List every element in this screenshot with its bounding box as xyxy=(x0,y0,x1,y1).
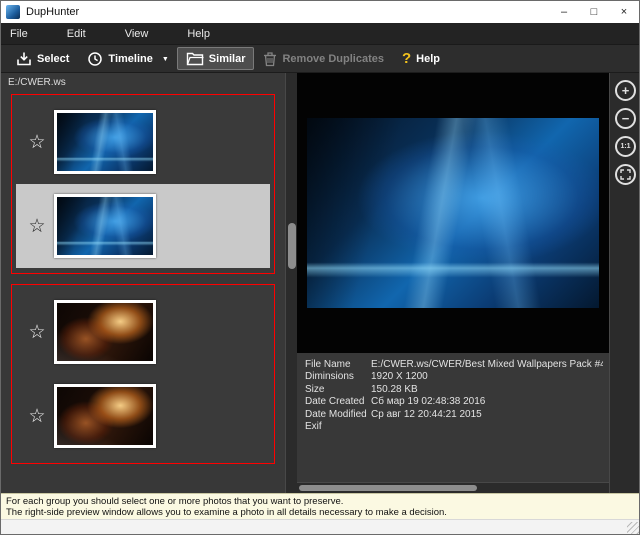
chevron-down-icon: ▼ xyxy=(162,56,169,63)
maximize-button[interactable]: □ xyxy=(579,1,609,23)
status-line-1: For each group you should select one or … xyxy=(6,496,636,507)
remove-duplicates-label: Remove Duplicates xyxy=(282,53,383,65)
menu-edit[interactable]: Edit xyxy=(58,28,95,40)
status-bar: For each group you should select one or … xyxy=(1,493,640,519)
info-label: Date Modified xyxy=(305,409,371,421)
resize-grip[interactable] xyxy=(627,522,639,534)
help-button[interactable]: ? Help xyxy=(393,48,449,70)
info-label: Exif xyxy=(305,421,371,433)
fit-to-window-icon xyxy=(620,169,631,180)
timeline-label: Timeline xyxy=(108,53,152,65)
close-button[interactable]: × xyxy=(609,1,639,23)
info-row-date-created: Date Created Сб мар 19 02:48:38 2016 xyxy=(305,396,603,408)
info-label: File Name xyxy=(305,359,371,371)
duplicate-group-1: ☆ ☆ xyxy=(11,94,275,274)
duplicate-groups-panel: E:/CWER.ws ☆ ☆ ☆ xyxy=(1,73,285,493)
content-area: E:/CWER.ws ☆ ☆ ☆ xyxy=(1,73,640,493)
menubar: File Edit View Help xyxy=(1,23,639,45)
thumbnail[interactable] xyxy=(54,300,156,364)
info-row-exif: Exif xyxy=(305,421,603,433)
select-label: Select xyxy=(37,53,69,65)
thumbnail-image xyxy=(57,303,153,361)
timeline-button[interactable]: Timeline xyxy=(78,47,161,71)
info-row-dimensions: Diminsions 1920 X 1200 xyxy=(305,371,603,383)
toolbar: Select Timeline ▼ Similar Remove Duplica… xyxy=(1,45,639,73)
fit-to-window-button[interactable] xyxy=(615,164,636,185)
horizontal-scrollbar[interactable] xyxy=(297,482,609,493)
scan-path-label: E:/CWER.ws xyxy=(8,77,283,88)
info-value: E:/CWER.ws/CWER/Best Mixed Wallpapers Pa… xyxy=(371,359,603,371)
thumbnail[interactable] xyxy=(54,110,156,174)
info-value: 150.28 KB xyxy=(371,384,603,396)
thumbnail-image xyxy=(57,387,153,445)
similar-label: Similar xyxy=(209,53,246,65)
clock-icon xyxy=(87,51,103,67)
similar-button[interactable]: Similar xyxy=(177,47,255,70)
duplicate-item-selected[interactable]: ☆ xyxy=(16,184,270,268)
info-label: Size xyxy=(305,384,371,396)
info-row-date-modified: Date Modified Ср авг 12 20:44:21 2015 xyxy=(305,409,603,421)
duplicate-group-2: ☆ ☆ xyxy=(11,284,275,464)
menu-help[interactable]: Help xyxy=(178,28,219,40)
star-icon[interactable]: ☆ xyxy=(20,323,54,342)
actual-size-icon: 1:1 xyxy=(620,143,630,150)
zoom-in-button[interactable]: + xyxy=(615,80,636,101)
zoom-toolbar: + − 1:1 xyxy=(609,73,640,493)
info-label: Diminsions xyxy=(305,371,371,383)
thumbnail[interactable] xyxy=(54,194,156,258)
trash-icon xyxy=(263,51,277,67)
actual-size-button[interactable]: 1:1 xyxy=(615,136,636,157)
zoom-out-button[interactable]: − xyxy=(615,108,636,129)
info-value xyxy=(371,421,603,433)
titlebar: DupHunter – □ × xyxy=(1,1,639,23)
menu-file[interactable]: File xyxy=(1,28,37,40)
zoom-in-icon: + xyxy=(622,84,630,97)
info-label: Date Created xyxy=(305,396,371,408)
info-value: Сб мар 19 02:48:38 2016 xyxy=(371,396,603,408)
bottom-bar xyxy=(1,519,640,535)
remove-duplicates-button[interactable]: Remove Duplicates xyxy=(254,47,392,71)
duplicate-item[interactable]: ☆ xyxy=(16,290,270,374)
file-info-panel: File Name E:/CWER.ws/CWER/Best Mixed Wal… xyxy=(297,353,609,482)
thumbnail-image xyxy=(57,197,153,255)
app-icon xyxy=(6,5,20,19)
vertical-scrollbar[interactable] xyxy=(285,73,297,493)
info-row-size: Size 150.28 KB xyxy=(305,384,603,396)
preview-image[interactable] xyxy=(307,118,599,308)
select-button[interactable]: Select xyxy=(7,47,78,71)
app-window: DupHunter – □ × File Edit View Help Sele… xyxy=(0,0,640,535)
status-line-2: The right-side preview window allows you… xyxy=(6,507,636,518)
timeline-dropdown-button[interactable]: ▼ xyxy=(162,52,173,65)
info-value: Ср авг 12 20:44:21 2015 xyxy=(371,409,603,421)
zoom-out-icon: − xyxy=(622,112,630,125)
folder-icon xyxy=(186,51,204,66)
help-label: Help xyxy=(416,53,440,65)
help-icon: ? xyxy=(402,52,411,66)
star-icon[interactable]: ☆ xyxy=(20,133,54,152)
preview-viewport xyxy=(297,73,609,353)
duplicate-item[interactable]: ☆ xyxy=(16,374,270,458)
window-title: DupHunter xyxy=(26,6,549,18)
info-row-file-name: File Name E:/CWER.ws/CWER/Best Mixed Wal… xyxy=(305,359,603,371)
star-icon[interactable]: ☆ xyxy=(20,407,54,426)
thumbnail[interactable] xyxy=(54,384,156,448)
thumbnail-image xyxy=(57,113,153,171)
preview-panel: File Name E:/CWER.ws/CWER/Best Mixed Wal… xyxy=(297,73,609,493)
window-controls: – □ × xyxy=(549,1,639,23)
select-icon xyxy=(16,51,32,67)
horizontal-scrollbar-thumb[interactable] xyxy=(299,485,477,491)
menu-view[interactable]: View xyxy=(116,28,158,40)
duplicate-item[interactable]: ☆ xyxy=(16,100,270,184)
vertical-scrollbar-thumb[interactable] xyxy=(288,223,296,269)
star-icon[interactable]: ☆ xyxy=(20,217,54,236)
minimize-button[interactable]: – xyxy=(549,1,579,23)
info-value: 1920 X 1200 xyxy=(371,371,603,383)
